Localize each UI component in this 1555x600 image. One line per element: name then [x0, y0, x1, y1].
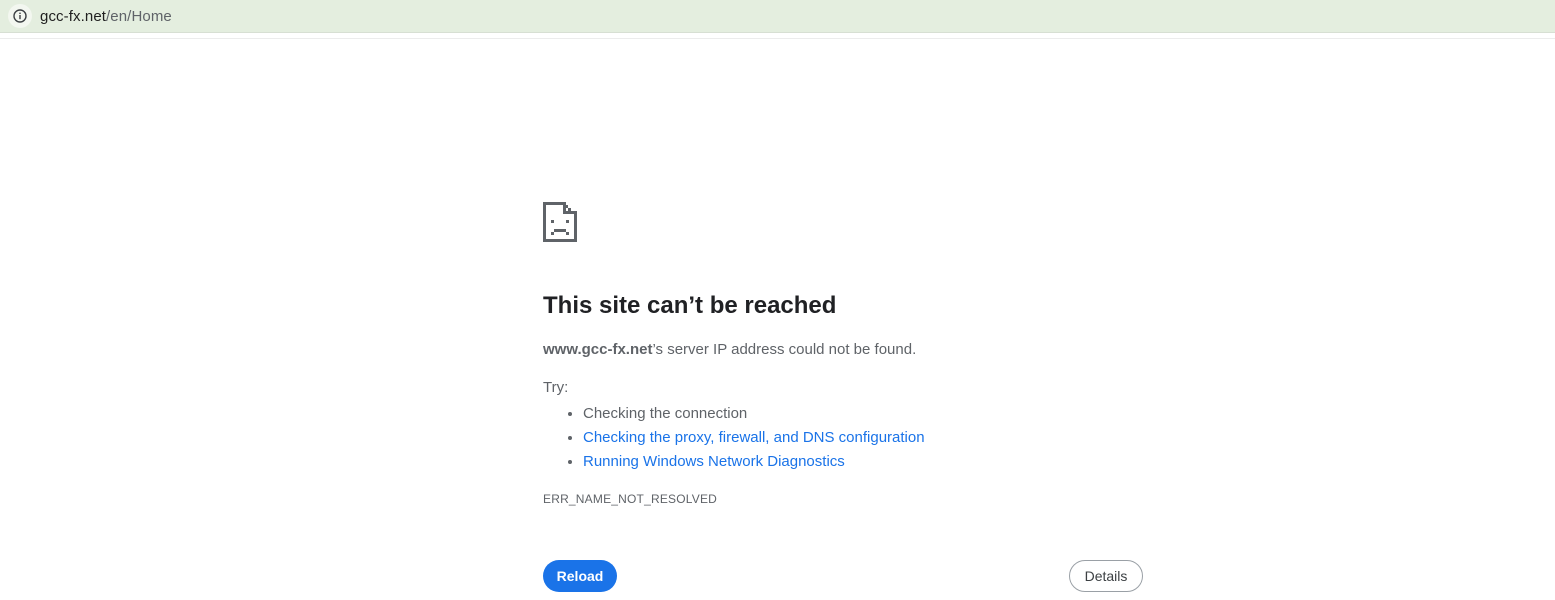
url-text[interactable]: gcc-fx.net/en/Home [40, 8, 172, 25]
details-button[interactable]: Details [1069, 560, 1143, 592]
info-icon[interactable] [8, 4, 32, 28]
error-content: This site can’t be reached www.gcc-fx.ne… [543, 200, 1143, 506]
address-bar[interactable]: gcc-fx.net/en/Home [0, 0, 1555, 33]
suggestion-text: Checking the connection [583, 405, 748, 422]
page-title: This site can’t be reached [543, 292, 837, 319]
error-summary: www.gcc-fx.net’s server IP address could… [543, 340, 1143, 360]
url-path: /en/Home [106, 7, 172, 25]
suggestion-check-connection: Checking the connection [583, 402, 1143, 426]
summary-host: www.gcc-fx.net [543, 341, 653, 358]
url-host: gcc-fx.net [40, 7, 107, 25]
try-label: Try: [543, 379, 569, 396]
divider [0, 38, 1555, 39]
suggestions-list: Checking the connection Checking the pro… [543, 402, 1143, 474]
suggestion-check-proxy[interactable]: Checking the proxy, firewall, and DNS co… [583, 426, 1143, 450]
summary-text: ’s server IP address could not be found. [652, 341, 917, 358]
suggestion-network-diagnostics[interactable]: Running Windows Network Diagnostics [583, 450, 1143, 474]
reload-button[interactable]: Reload [543, 560, 617, 592]
omnibox[interactable]: gcc-fx.net/en/Home [8, 3, 172, 29]
error-code: ERR_NAME_NOT_RESOLVED [543, 492, 718, 506]
proxy-firewall-dns-link[interactable]: Checking the proxy, firewall, and DNS co… [583, 429, 925, 446]
network-diagnostics-link[interactable]: Running Windows Network Diagnostics [583, 453, 845, 470]
sad-document-icon [543, 202, 577, 242]
